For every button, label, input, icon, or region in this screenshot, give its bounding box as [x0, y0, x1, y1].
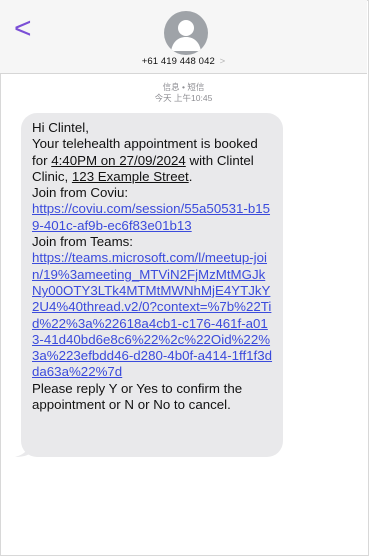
- coviu-link[interactable]: https://coviu.com/session/55a50531-b159-…: [32, 201, 270, 232]
- appointment-line-b-pre: for: [32, 152, 52, 168]
- appointment-line-c-pre: Clinic,: [32, 168, 72, 184]
- join-coviu-label: Join from Coviu:: [32, 185, 129, 201]
- appointment-address[interactable]: 123 Example Street: [72, 169, 189, 184]
- person-avatar-icon[interactable]: [164, 11, 208, 55]
- chevron-left-icon[interactable]: <: [14, 14, 34, 44]
- appointment-time[interactable]: 4:40PM on 27/09/2024: [51, 153, 186, 168]
- chevron-right-icon: >: [219, 56, 226, 67]
- greeting-text: Hi Clintel,: [32, 120, 89, 135]
- join-teams-label: Join from Teams:: [32, 234, 133, 250]
- bubble-tail: [15, 438, 31, 457]
- appointment-line-a: Your telehealth appointment is booked: [32, 136, 258, 152]
- message-type-label: 信息 • 短信: [162, 82, 205, 92]
- appointment-line-b-post: with Clintel: [185, 152, 254, 168]
- contact-number[interactable]: +61 419 448 042 >: [0, 56, 367, 67]
- message-bubble[interactable]: Hi Clintel, Your telehealth appointment …: [21, 113, 283, 457]
- teams-link[interactable]: https://teams.microsoft.com/l/meetup-joi…: [32, 250, 272, 379]
- message-meta: 信息 • 短信 今天 上午10:45: [0, 82, 367, 104]
- appointment-line-c-post: .: [188, 168, 193, 184]
- message-timestamp: 今天 上午10:45: [154, 93, 213, 103]
- reply-instructions: Please reply Y or Yes to confirm the app…: [32, 380, 243, 413]
- contact-number-label: +61 419 448 042: [141, 56, 215, 67]
- conversation-header: < +61 419 448 042 >: [0, 0, 367, 74]
- appointment-text: Your telehealth appointment is booked fo…: [32, 136, 273, 185]
